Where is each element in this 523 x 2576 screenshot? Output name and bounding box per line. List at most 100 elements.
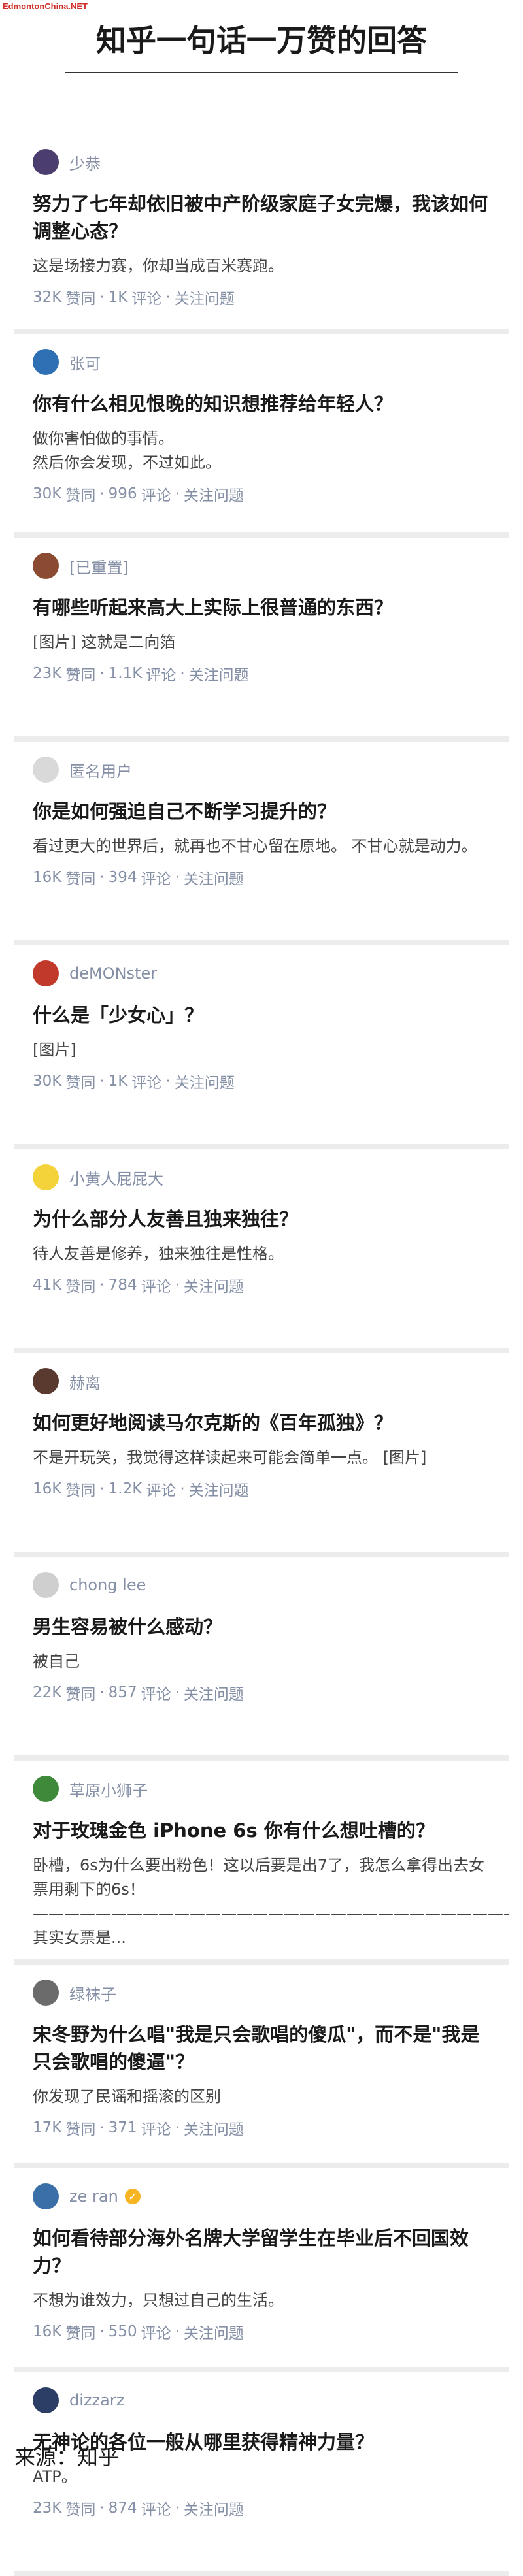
author-row: 小黄人屁屁大 (33, 1161, 489, 1194)
question-title[interactable]: 如何更好地阅读马尔克斯的《百年孤独》？ (33, 1409, 489, 1437)
follow-question-link[interactable]: 关注问题 (184, 2497, 244, 2519)
minion-avatar-icon[interactable] (33, 1164, 59, 1190)
question-title[interactable]: 宋冬野为什么唱"我是只会歌唱的傻瓜"，而不是"我是只会歌唱的傻逼"？ (33, 2021, 489, 2076)
author-name[interactable]: 张可 (69, 351, 101, 374)
answer-meta: 22K 赞同 · 857 评论 · 关注问题 (33, 1682, 489, 1704)
answer-card[interactable]: chong lee 男生容易被什么感动？ 被自己 22K 赞同 · 857 评论 · 关注问题 (14, 1557, 509, 1761)
answer-card[interactable]: ze ran ✓ 如何看待部分海外名牌大学留学生在毕业后不回国效力？ 不想为谁效力，只… (14, 2168, 509, 2372)
question-title[interactable]: 什么是「少女心」？ (33, 1002, 489, 1029)
upvote-count: 41K (33, 1277, 62, 1294)
author-name[interactable]: [已重置] (69, 555, 129, 578)
answer-excerpt[interactable]: 看过更大的世界后，就再也不甘心留在原地。 不甘心就是动力。 (33, 834, 489, 858)
answer-excerpt[interactable]: 这是场接力赛，你却当成百米赛跑。 (33, 254, 489, 278)
follow-question-link[interactable]: 关注问题 (184, 2321, 244, 2343)
follow-question-link[interactable]: 关注问题 (189, 1478, 249, 1500)
upvote-label: 赞同 (65, 1279, 96, 1296)
upvote-count: 17K (33, 2119, 62, 2136)
meta-separator: · (99, 2500, 105, 2517)
answer-meta: 16K 赞同 · 394 评论 · 关注问题 (33, 866, 489, 889)
question-title[interactable]: 你是如何强迫自己不断学习提升的？ (33, 798, 489, 825)
user-avatar-icon[interactable] (33, 349, 59, 375)
user-avatar-icon[interactable] (33, 1572, 59, 1598)
anonymous-avatar-icon[interactable] (33, 757, 59, 783)
user-avatar-icon[interactable] (33, 960, 59, 986)
author-name[interactable]: 赫离 (69, 1370, 101, 1393)
follow-question-link[interactable]: 关注问题 (184, 1274, 244, 1296)
follow-question-link[interactable]: 关注问题 (184, 483, 244, 505)
question-title[interactable]: 对于玫瑰金色 iPhone 6s 你有什么想吐槽的？ (33, 1817, 489, 1844)
author-name[interactable]: ze ran (69, 2187, 118, 2206)
answer-card[interactable]: 少恭努力了七年却依旧被中产阶级家庭子女完爆，我该如何调整心态？ 这是场接力赛，你却… (14, 134, 509, 334)
user-avatar-icon[interactable] (33, 1980, 59, 2006)
question-title[interactable]: 男生容易被什么感动？ (33, 1613, 489, 1640)
answer-card[interactable]: deMONster 什么是「少女心」？ [图片] 30K 赞同 · 1K 评论 · 关注问题 (14, 945, 509, 1149)
author-name[interactable]: chong lee (69, 1576, 146, 1594)
upvote-count: 23K (33, 665, 62, 682)
answer-excerpt[interactable]: 不想为谁效力，只想过自己的生活。 (33, 2289, 489, 2313)
upvote-count: 16K (33, 2323, 62, 2340)
answer-card[interactable]: [已重置] 有哪些听起来高大上实际上很普通的东西？ [图片] 这就是二向箔 23K 赞同… (14, 538, 509, 742)
meta-separator: · (165, 1073, 171, 1090)
answer-meta: 23K 赞同 · 874 评论 · 关注问题 (33, 2497, 489, 2519)
user-avatar-icon[interactable] (33, 553, 59, 579)
answer-card[interactable]: 绿袜子宋冬野为什么唱"我是只会歌唱的傻瓜"，而不是"我是只会歌唱的傻逼"？ 你发现… (14, 1965, 509, 2168)
meta-separator: · (175, 485, 180, 502)
meta-separator: · (175, 2500, 180, 2517)
answer-excerpt[interactable]: [图片] 这就是二向箔 (33, 630, 489, 655)
answer-excerpt[interactable]: 做你害怕做的事情。 然后你会发现，不过如此。 (33, 427, 489, 475)
author-name[interactable]: 小黄人屁屁大 (69, 1166, 163, 1189)
answer-meta: 32K 赞同 · 1K 评论 · 关注问题 (33, 286, 489, 308)
answer-excerpt[interactable]: 卧槽，6s为什么要出粉色！这以后要是出7了，我怎么拿得出去女票用剩下的6s！——… (33, 1853, 509, 1950)
answer-card[interactable]: 匿名用户你是如何强迫自己不断学习提升的？ 看过更大的世界后，就再也不甘心留在原地。… (14, 742, 509, 945)
author-name[interactable]: 绿袜子 (69, 1981, 116, 2004)
meta-separator: · (175, 869, 180, 886)
author-row: 少恭 (33, 146, 489, 178)
comment-count: 784 (108, 1277, 137, 1294)
follow-question-link[interactable]: 关注问题 (184, 2117, 244, 2139)
user-avatar-icon[interactable] (33, 149, 59, 175)
comment-count: 1.2K (108, 1480, 143, 1497)
follow-question-link[interactable]: 关注问题 (175, 1958, 235, 1959)
answer-excerpt[interactable]: 不是开玩笑，我觉得这样读起来可能会简单一点。 [图片] (33, 1446, 489, 1470)
follow-question-link[interactable]: 关注问题 (175, 286, 235, 308)
answer-card[interactable]: 草原小狮子对于玫瑰金色 iPhone 6s 你有什么想吐槽的？ 卧槽，6s为什么要… (14, 1761, 509, 1965)
user-avatar-icon[interactable] (33, 1368, 59, 1394)
user-avatar-icon[interactable] (33, 2183, 59, 2209)
upvote-count: 16K (33, 869, 62, 886)
follow-question-link[interactable]: 关注问题 (184, 1682, 244, 1704)
follow-question-link[interactable]: 关注问题 (184, 866, 244, 889)
answer-meta: 30K 赞同 · 996 评论 · 关注问题 (33, 483, 489, 505)
answer-card[interactable]: 赫离如何更好地阅读马尔克斯的《百年孤独》？ 不是开玩笑，我觉得这样读起来可能会简单… (14, 1353, 509, 1557)
question-title[interactable]: 努力了七年却依旧被中产阶级家庭子女完爆，我该如何调整心态？ (33, 190, 489, 245)
answer-excerpt[interactable]: 你发现了民谣和摇滚的区别 (33, 2085, 489, 2109)
follow-question-link[interactable]: 关注问题 (175, 1070, 235, 1092)
user-avatar-icon[interactable] (33, 2387, 59, 2413)
answer-excerpt[interactable]: 待人友善是修养，独来独往是性格。 (33, 1242, 489, 1266)
answer-card[interactable]: 小黄人屁屁大为什么部分人友善且独来独往？ 待人友善是修养，独来独往是性格。 41K 赞… (14, 1149, 509, 1353)
author-name[interactable]: dizzarz (69, 2391, 124, 2409)
answer-card[interactable]: 张可你有什么相见恨晚的知识想推荐给年轻人？ 做你害怕做的事情。 然后你会发现，不过… (14, 334, 509, 538)
answer-card[interactable]: dizzarz 无神论的各位一般从哪里获得精神力量？ ATP。 23K 赞同 · 874 评论… (14, 2372, 509, 2576)
meta-separator: · (99, 485, 105, 502)
question-title[interactable]: 你有什么相见恨晚的知识想推荐给年轻人？ (33, 390, 489, 417)
answer-excerpt[interactable]: [图片] (33, 1038, 489, 1062)
author-row: chong lee (33, 1569, 489, 1601)
author-name[interactable]: 少恭 (69, 151, 101, 174)
user-avatar-icon[interactable] (33, 1776, 59, 1802)
author-name[interactable]: 匿名用户 (69, 758, 132, 781)
comment-label: 评论 (141, 1686, 171, 1703)
comment-count: 996 (108, 485, 137, 502)
comment-count: 1K (108, 289, 128, 306)
author-row: 绿袜子 (33, 1976, 489, 2009)
question-title[interactable]: 有哪些听起来高大上实际上很普通的东西？ (33, 594, 489, 621)
author-name[interactable]: deMONster (69, 964, 157, 983)
answer-excerpt[interactable]: 被自己 (33, 1650, 489, 1674)
comment-label: 评论 (141, 487, 171, 504)
author-row: dizzarz (33, 2384, 489, 2417)
author-name[interactable]: 草原小狮子 (69, 1778, 148, 1801)
question-title[interactable]: 为什么部分人友善且独来独往？ (33, 1205, 489, 1233)
comment-label: 评论 (131, 1075, 162, 1092)
question-title[interactable]: 如何看待部分海外名牌大学留学生在毕业后不回国效力？ (33, 2225, 489, 2279)
upvote-label: 赞同 (65, 1958, 95, 1959)
follow-question-link[interactable]: 关注问题 (189, 662, 249, 685)
